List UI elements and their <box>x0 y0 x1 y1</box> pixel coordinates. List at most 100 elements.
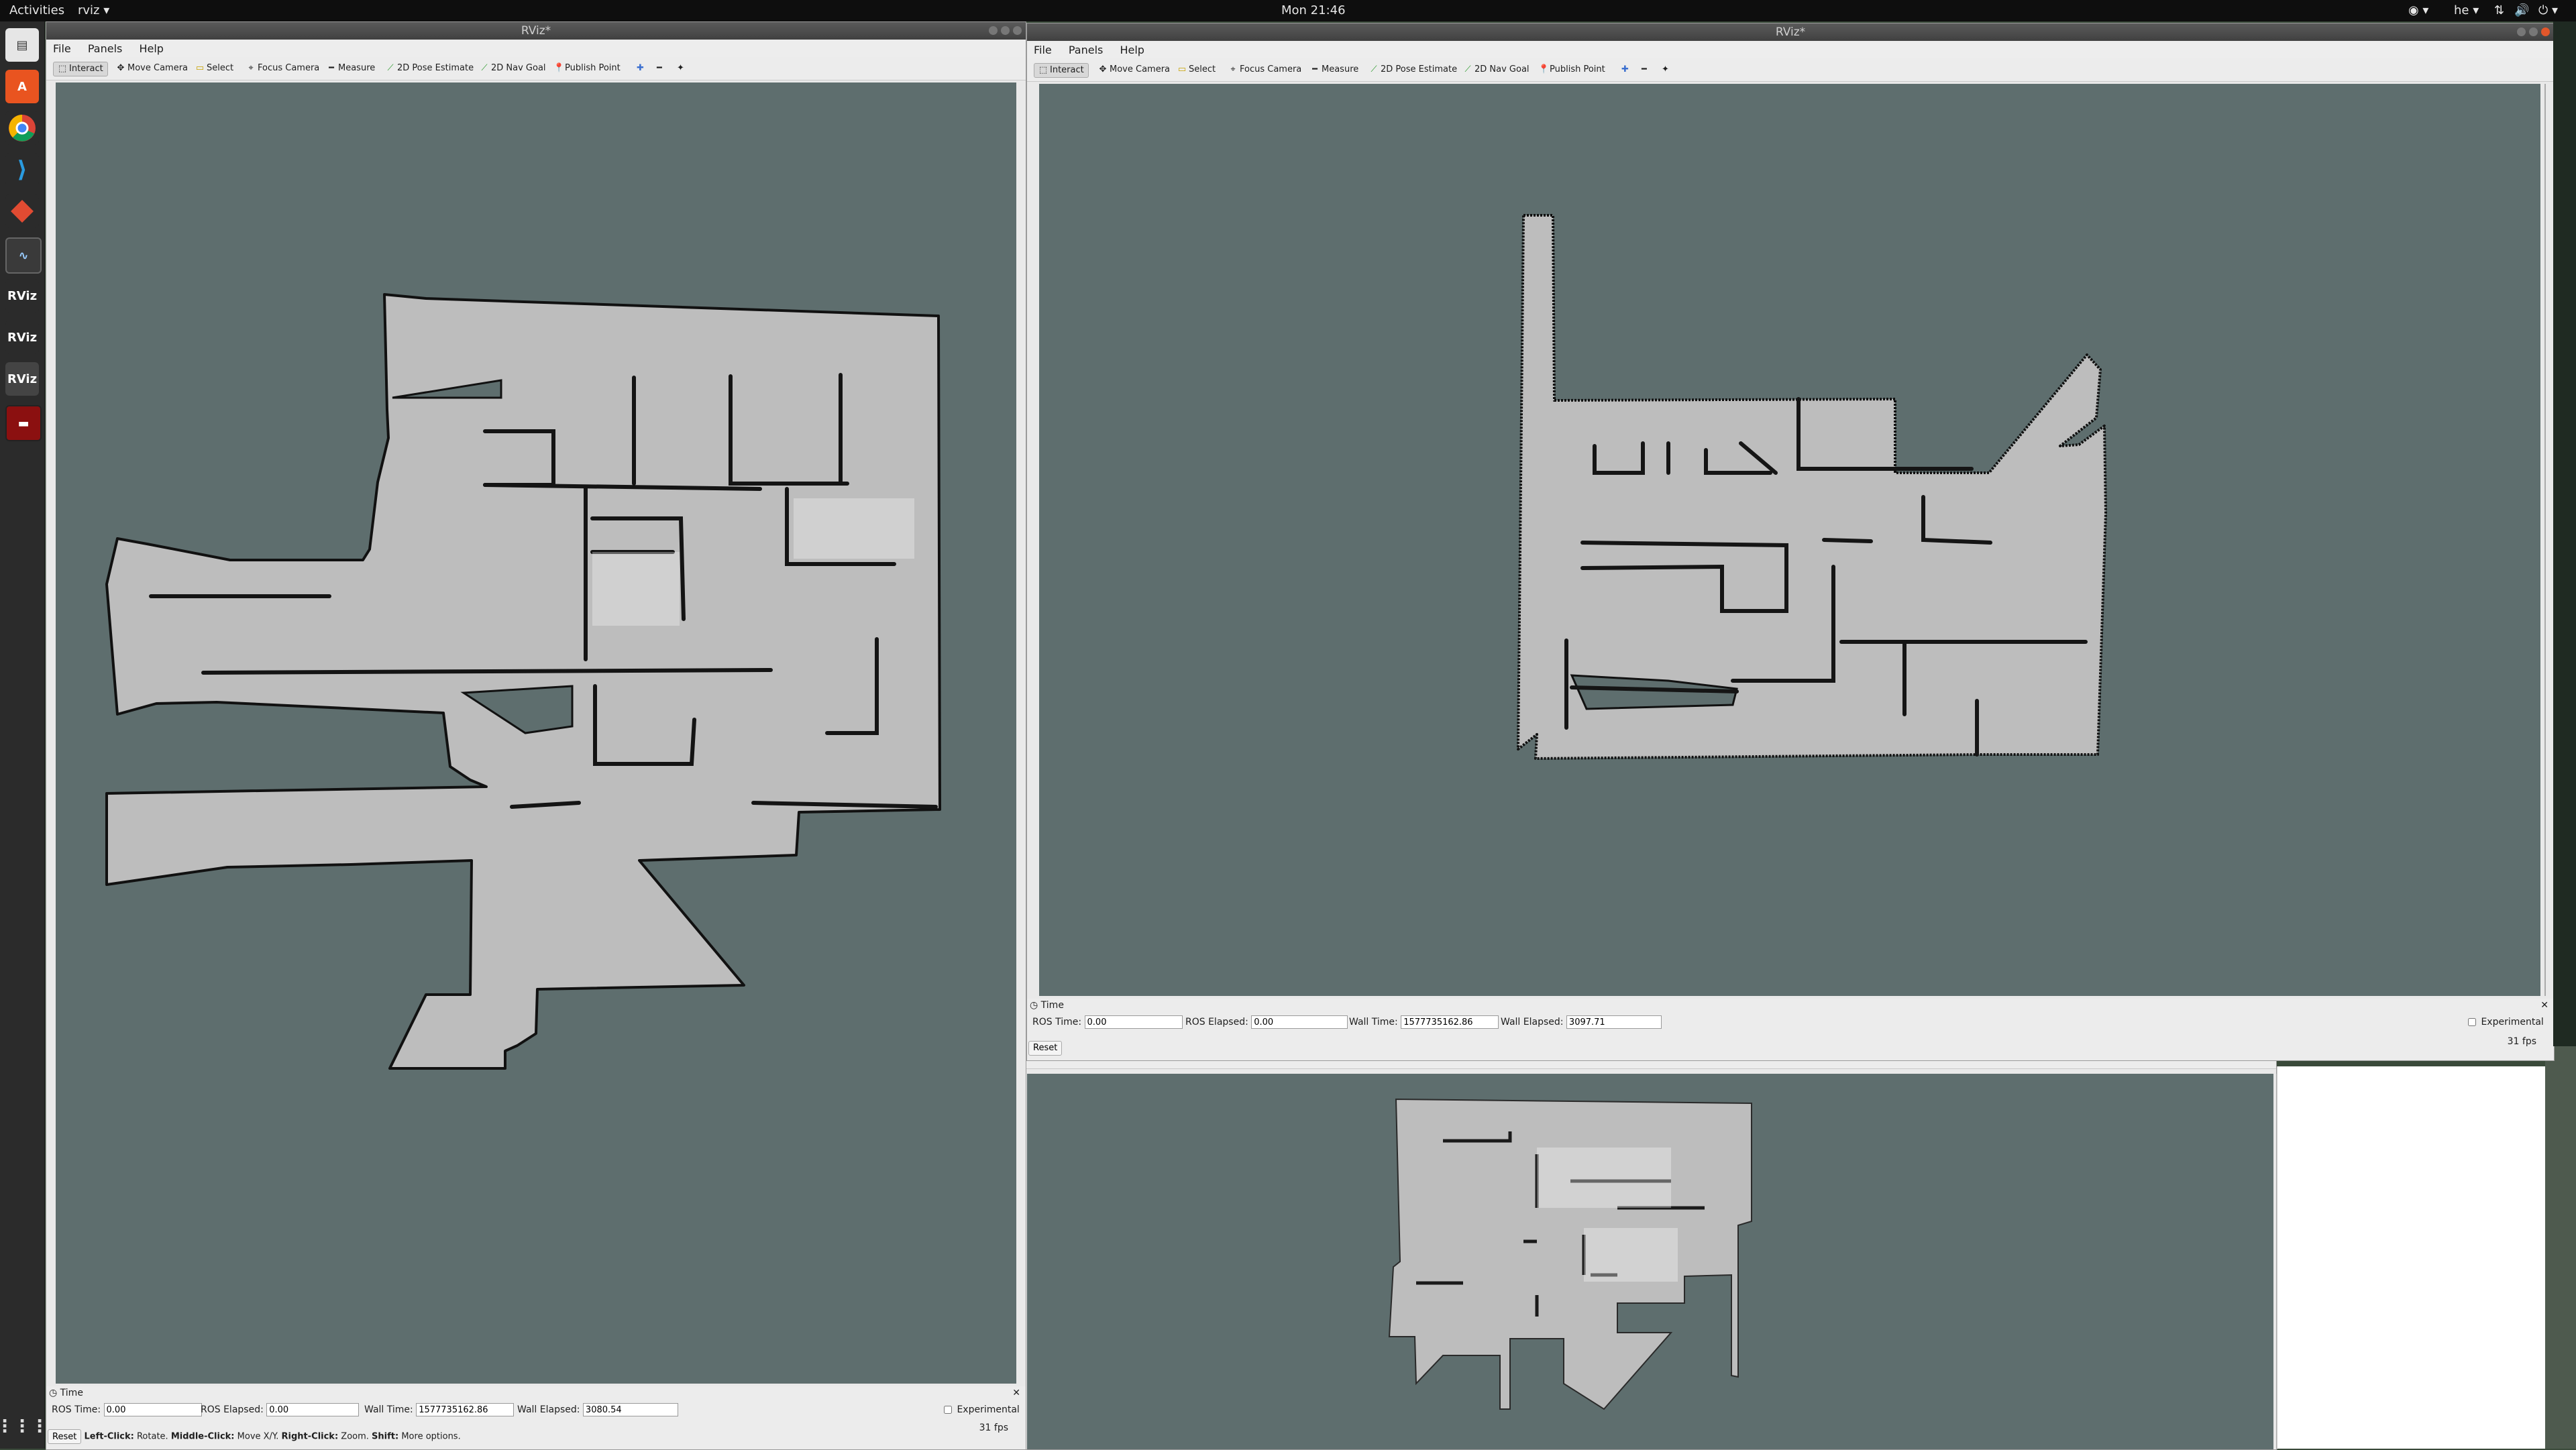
activities-button[interactable]: Activities <box>9 3 64 17</box>
add-tool-icon[interactable]: ✚ <box>1617 63 1633 76</box>
monitor-icon[interactable]: ∿ <box>5 237 42 274</box>
time-panel-header: ◷ Time <box>1030 1000 1064 1011</box>
interact-icon: ⬚ <box>58 64 67 74</box>
focus-camera-icon: ⌖ <box>1230 64 1236 74</box>
clock-icon: ◷ <box>1030 1000 1038 1011</box>
menu-bar: File Panels Help <box>1027 41 2554 58</box>
occupancy-map <box>1517 214 2107 760</box>
panel-close-icon[interactable]: ✕ <box>1012 1388 1020 1398</box>
minimize-button[interactable] <box>989 26 998 35</box>
title-bar[interactable]: RViz* <box>1027 23 2554 41</box>
tool-pose-estimate[interactable]: ⟋ 2D Pose Estimate <box>1365 63 1461 76</box>
ros-elapsed-input[interactable] <box>1251 1015 1348 1029</box>
terminal-icon[interactable]: ▬ <box>5 405 42 441</box>
fps-readout: 31 fps <box>979 1423 1008 1433</box>
experimental-option: Experimental <box>2465 1015 2544 1029</box>
map-pin-icon: 📍 <box>553 63 565 73</box>
tool-select[interactable]: ▭ Select <box>191 62 237 75</box>
wall-elapsed-input[interactable] <box>582 1403 678 1416</box>
menu-panels[interactable]: Panels <box>88 42 123 55</box>
menu-file[interactable]: File <box>1034 44 1052 56</box>
tool-focus-camera[interactable]: ⌖ Focus Camera <box>1224 63 1305 76</box>
wall-time-input[interactable] <box>416 1403 515 1416</box>
menu-panels[interactable]: Panels <box>1069 44 1104 56</box>
experimental-checkbox[interactable] <box>2468 1018 2476 1026</box>
tool-publish-point[interactable]: 📍Publish Point <box>1534 63 1609 76</box>
time-panel: ◷ Time ✕ ROS Time: ROS Elapsed: Wall Tim… <box>1027 999 2554 1060</box>
ros-time-field: ROS Time: <box>1032 1015 1183 1029</box>
toolbar: ⬚ Interact ✥ Move Camera ▭ Select ⌖ Focus Ca… <box>46 57 1026 80</box>
rviz-icon[interactable]: RViz <box>5 362 39 396</box>
tool-measure[interactable]: ━ Measure <box>323 62 379 75</box>
ros-elapsed-field: ROS Elapsed: <box>201 1402 360 1417</box>
menu-help[interactable]: Help <box>139 42 163 55</box>
tool-nav-goal[interactable]: ⟋ 2D Nav Goal <box>476 62 550 75</box>
menu-file[interactable]: File <box>53 42 71 55</box>
git-icon[interactable] <box>5 194 39 228</box>
ruler-icon: ━ <box>1312 64 1318 74</box>
wall-elapsed-field: Wall Elapsed: <box>1501 1015 1662 1029</box>
rviz-icon[interactable]: RViz <box>5 321 39 354</box>
remove-tool-icon[interactable]: ━ <box>653 62 666 75</box>
minimize-button[interactable] <box>2517 27 2526 36</box>
maximize-button[interactable] <box>2529 27 2538 36</box>
tool-interact[interactable]: ⬚ Interact <box>53 62 108 76</box>
tool-publish-point[interactable]: 📍Publish Point <box>549 62 625 75</box>
experimental-checkbox[interactable] <box>944 1406 952 1414</box>
close-button[interactable] <box>2541 27 2550 36</box>
chrome-icon[interactable] <box>5 111 39 145</box>
pose-arrow-icon: ⟋ <box>1371 64 1377 74</box>
ros-elapsed-field: ROS Elapsed: <box>1185 1015 1348 1029</box>
power-icon[interactable]: ⏻ ▾ <box>2538 3 2558 17</box>
keyboard-layout[interactable]: he ▾ <box>2454 3 2479 17</box>
remove-tool-icon[interactable]: ━ <box>1638 63 1651 76</box>
close-button[interactable] <box>1013 26 1022 35</box>
vscode-icon[interactable]: ⟩ <box>5 153 39 186</box>
software-icon[interactable]: A <box>5 70 39 103</box>
map-viewport[interactable] <box>1039 84 2540 996</box>
tool-focus-camera[interactable]: ⌖ Focus Camera <box>242 62 323 75</box>
add-tool-icon[interactable]: ✚ <box>633 62 648 75</box>
wall-time-field: Wall Time: <box>1349 1015 1499 1029</box>
accessibility-icon[interactable]: ◉ ▾ <box>2408 3 2428 17</box>
wall-time-field: Wall Time: <box>364 1402 515 1417</box>
volume-icon[interactable]: 🔊 <box>2514 3 2529 17</box>
map-viewport-back[interactable] <box>1027 1074 2273 1449</box>
ros-time-input[interactable] <box>1084 1015 1183 1029</box>
tool-pose-estimate[interactable]: ⟋ 2D Pose Estimate <box>382 62 478 75</box>
pose-arrow-icon: ⟋ <box>387 63 394 73</box>
move-camera-icon: ✥ <box>1099 64 1107 74</box>
title-bar[interactable]: RViz* <box>46 22 1026 40</box>
menu-help[interactable]: Help <box>1120 44 1144 56</box>
tool-interact[interactable]: ⬚ Interact <box>1034 63 1089 78</box>
dock: ▤ A ⟩ ∿ RViz RViz RViz ▬ ⋮⋮⋮ <box>0 21 48 1449</box>
tool-nav-goal[interactable]: ⟋ 2D Nav Goal <box>1459 63 1534 76</box>
wall-time-input[interactable] <box>1401 1015 1499 1029</box>
tool-measure[interactable]: ━ Measure <box>1306 63 1362 76</box>
tool-select[interactable]: ▭ Select <box>1173 63 1220 76</box>
clock-icon: ◷ <box>49 1388 58 1398</box>
network-icon[interactable]: ⇅ <box>2494 3 2504 17</box>
tool-settings-icon[interactable]: ✦ <box>673 62 688 75</box>
files-icon[interactable]: ▤ <box>5 28 39 62</box>
tool-settings-icon[interactable]: ✦ <box>1658 63 1673 76</box>
apps-grid-icon[interactable]: ⋮⋮⋮ <box>0 1410 48 1443</box>
wall-elapsed-input[interactable] <box>1566 1015 1662 1029</box>
splitter[interactable] <box>2544 84 2546 996</box>
toolbar: ⬚ Interact ✥ Move Camera ▭ Select ⌖ Focus Ca… <box>1027 58 2554 82</box>
focus-camera-icon: ⌖ <box>248 63 254 73</box>
reset-button[interactable]: Reset <box>48 1429 82 1444</box>
map-viewport[interactable] <box>56 82 1016 1384</box>
maximize-button[interactable] <box>1001 26 1010 35</box>
app-menu[interactable]: rviz ▾ <box>78 3 109 17</box>
tool-move-camera[interactable]: ✥ Move Camera <box>112 62 192 75</box>
panel-close-icon[interactable]: ✕ <box>2540 1000 2548 1011</box>
reset-button[interactable]: Reset <box>1028 1040 1063 1056</box>
ros-time-input[interactable] <box>103 1403 202 1416</box>
occupancy-map <box>105 293 941 1070</box>
tool-move-camera[interactable]: ✥ Move Camera <box>1094 63 1174 76</box>
ros-elapsed-input[interactable] <box>266 1403 360 1416</box>
rviz-icon[interactable]: RViz <box>5 279 39 313</box>
clock[interactable]: Mon 21:46 <box>1281 3 1346 17</box>
time-panel: ◷ Time ✕ ROS Time: ROS Elapsed: Wall Tim… <box>46 1386 1026 1449</box>
